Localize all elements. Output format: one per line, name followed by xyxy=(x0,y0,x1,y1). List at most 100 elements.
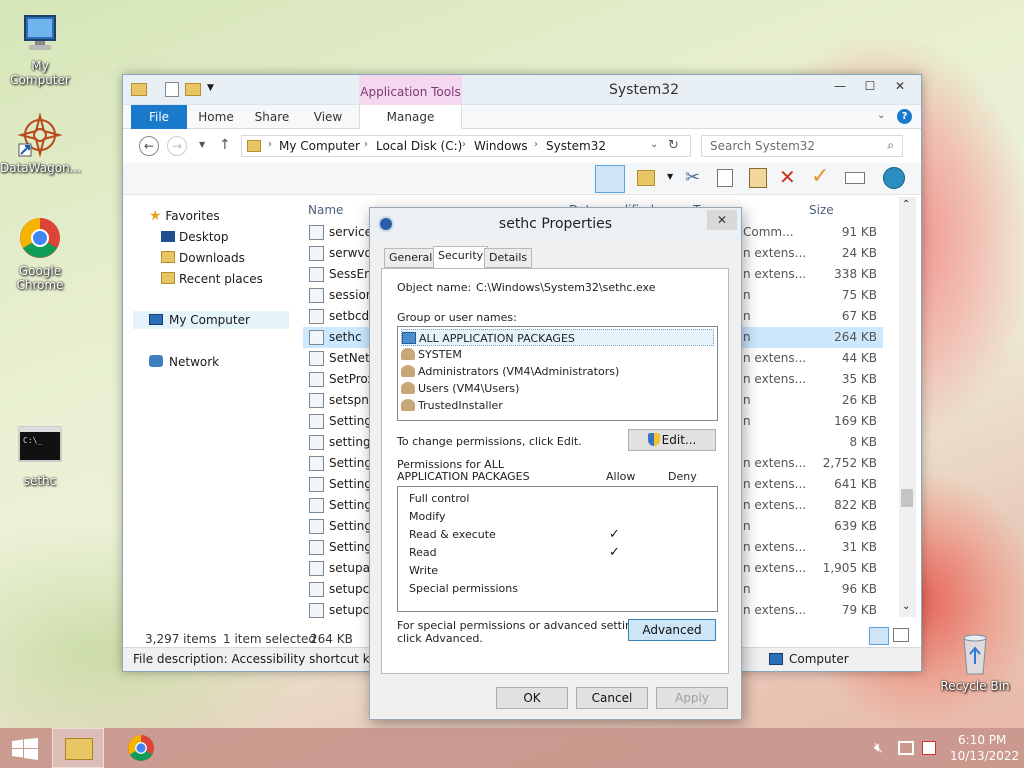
breadcrumb-windows[interactable]: Windows xyxy=(474,139,528,153)
tab-home[interactable]: Home xyxy=(191,105,241,129)
search-icon[interactable]: ⌕ xyxy=(887,138,894,153)
permission-row[interactable]: Full control xyxy=(409,492,469,510)
minimize-button[interactable]: — xyxy=(825,75,855,97)
column-header-size[interactable]: Size xyxy=(809,203,834,217)
paste-icon[interactable] xyxy=(749,168,767,188)
desktop-icon-my-computer[interactable]: My Computer xyxy=(0,10,80,87)
breadcrumb-system32[interactable]: System32 xyxy=(546,139,606,153)
address-dropdown-icon[interactable]: ⌄ xyxy=(650,139,658,150)
edit-button[interactable]: Edit... xyxy=(628,429,716,451)
scroll-down-icon[interactable]: ⌄ xyxy=(902,601,910,612)
tab-security[interactable]: Security xyxy=(433,246,489,269)
permission-row[interactable]: Modify xyxy=(409,510,445,528)
group-item-all-application-packages[interactable]: ALL APPLICATION PACKAGES xyxy=(401,329,714,346)
forward-icon[interactable]: → xyxy=(167,136,187,156)
breadcrumb-local-disk[interactable]: Local Disk (C:) xyxy=(376,139,462,153)
nav-downloads[interactable]: Downloads xyxy=(161,249,245,267)
file-list-scrollbar[interactable]: ⌃ ⌄ xyxy=(899,197,916,617)
scroll-up-icon[interactable]: ⌃ xyxy=(902,199,910,210)
maximize-button[interactable]: ☐ xyxy=(855,75,885,97)
windows-logo-icon xyxy=(12,738,38,760)
file-type: n xyxy=(743,414,751,428)
nav-network[interactable]: Network xyxy=(149,353,219,371)
tab-manage[interactable]: Manage xyxy=(359,105,462,129)
dialog-close-button[interactable]: ✕ xyxy=(707,210,737,230)
nav-my-computer[interactable]: My Computer xyxy=(133,311,289,329)
permission-name: Read xyxy=(409,546,437,559)
group-item-users[interactable]: Users (VM4\Users) xyxy=(401,380,519,397)
permission-row[interactable]: Read & execute ✓ xyxy=(409,527,620,546)
desktop-icon-google-chrome[interactable]: Google Chrome xyxy=(0,215,80,292)
start-button[interactable] xyxy=(0,728,48,768)
group-item-system[interactable]: SYSTEM xyxy=(401,346,462,363)
tab-file[interactable]: File xyxy=(131,105,187,129)
globe-icon[interactable] xyxy=(883,167,905,189)
group-item-trustedinstaller[interactable]: TrustedInstaller xyxy=(401,397,503,414)
properties-qat-icon[interactable] xyxy=(165,82,179,97)
column-header-name[interactable]: Name xyxy=(308,203,343,217)
nav-desktop[interactable]: Desktop xyxy=(161,228,229,246)
computer-icon xyxy=(769,653,783,665)
apply-button[interactable]: Apply xyxy=(656,687,728,709)
details-pane-icon[interactable] xyxy=(595,165,625,193)
permission-row[interactable]: Read ✓ xyxy=(409,545,620,564)
permission-row[interactable]: Special permissions xyxy=(409,582,518,600)
recent-locations-icon[interactable]: ▼ xyxy=(199,140,205,149)
close-button[interactable]: ✕ xyxy=(885,75,915,97)
file-description: File description: Accessibility shortcut… xyxy=(133,652,406,666)
large-icons-view-icon[interactable] xyxy=(893,628,909,642)
options-dropdown-icon[interactable]: ▼ xyxy=(667,172,673,181)
permission-row[interactable]: Write xyxy=(409,564,438,582)
folder-options-icon[interactable] xyxy=(637,170,655,186)
up-icon[interactable]: ↑ xyxy=(219,137,231,153)
clock-date[interactable]: 10/13/2022 xyxy=(950,749,1019,763)
breadcrumb-my-computer[interactable]: My Computer xyxy=(279,139,360,153)
back-icon[interactable]: ← xyxy=(139,136,159,156)
help-icon[interactable]: ? xyxy=(897,109,912,124)
tab-details[interactable]: Details xyxy=(484,248,533,268)
desktop-icon-recycle-bin[interactable]: Recycle Bin xyxy=(935,630,1015,693)
taskbar-file-explorer[interactable] xyxy=(52,728,104,768)
advanced-button[interactable]: Advanced xyxy=(628,619,716,641)
clock-time[interactable]: 6:10 PM xyxy=(958,733,1006,747)
svg-text:C:\_: C:\_ xyxy=(23,436,42,445)
details-view-icon[interactable] xyxy=(869,627,889,645)
permission-name: Special permissions xyxy=(409,582,518,595)
refresh-icon[interactable]: ↻ xyxy=(668,138,679,153)
qat-dropdown-icon[interactable]: ▼ xyxy=(207,83,214,93)
search-input[interactable]: Search System32 ⌕ xyxy=(701,135,903,157)
tab-general[interactable]: General xyxy=(384,248,438,268)
permissions-list[interactable]: Full control Modify Read & execute ✓ Read ✓ Wr… xyxy=(397,486,718,612)
nav-recent-places[interactable]: Recent places xyxy=(161,270,263,288)
group-list[interactable]: ALL APPLICATION PACKAGES SYSTEM Administ… xyxy=(397,326,718,421)
volume-muted-icon[interactable]: 🔇︎ xyxy=(874,740,883,756)
allow-check-icon: ✓ xyxy=(609,545,620,560)
tab-share[interactable]: Share xyxy=(247,105,297,129)
delete-icon[interactable]: ✕ xyxy=(779,165,796,189)
action-center-icon[interactable] xyxy=(922,741,936,755)
scroll-thumb[interactable] xyxy=(901,489,913,507)
address-bar[interactable]: › My Computer › Local Disk (C:) › Window… xyxy=(241,135,691,157)
cancel-button[interactable]: Cancel xyxy=(576,687,648,709)
rename-icon[interactable] xyxy=(845,172,865,184)
new-folder-qat-icon[interactable] xyxy=(185,83,201,96)
group-item-administrators[interactable]: Administrators (VM4\Administrators) xyxy=(401,363,619,380)
taskbar-chrome[interactable] xyxy=(116,728,168,768)
nav-favorites[interactable]: ★ Favorites xyxy=(149,207,220,225)
network-icon xyxy=(149,355,163,367)
users-icon xyxy=(401,348,415,360)
copy-icon[interactable] xyxy=(717,169,733,187)
deny-column-header: Deny xyxy=(668,470,697,483)
permission-name: Full control xyxy=(409,492,470,505)
cut-icon[interactable]: ✂ xyxy=(685,167,700,188)
tab-view[interactable]: View xyxy=(303,105,353,129)
ok-button[interactable]: OK xyxy=(496,687,568,709)
desktop-icon-label: sethc xyxy=(23,474,57,488)
file-type: n extens... xyxy=(743,372,807,386)
network-tray-icon[interactable] xyxy=(898,741,914,755)
desktop-icon-sethc[interactable]: C:\_ sethc xyxy=(0,425,80,488)
ribbon-expand-icon[interactable]: ⌄ xyxy=(877,110,885,121)
file-icon xyxy=(309,414,324,429)
desktop-icon-datawagon[interactable]: DataWagon... xyxy=(0,112,81,175)
check-icon[interactable]: ✓ xyxy=(811,164,829,189)
